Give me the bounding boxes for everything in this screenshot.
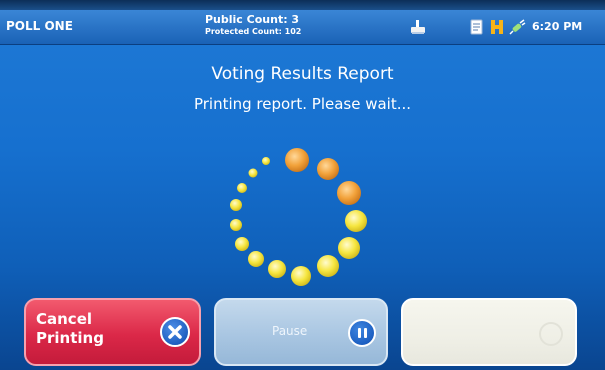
protected-count: Protected Count: 102 <box>205 27 302 36</box>
disabled-button[interactable] <box>401 298 577 366</box>
public-count: Public Count: 3 <box>205 13 300 26</box>
spinner-dot <box>345 210 367 232</box>
screen: POLL ONE Public Count: 3 Protected Count… <box>0 0 605 370</box>
pause-button[interactable]: Pause <box>214 298 388 366</box>
pause-icon <box>348 319 376 347</box>
report-status: Printing report. Please wait... <box>193 95 412 113</box>
spinner-dot <box>317 255 339 277</box>
spinner-dot <box>248 251 264 267</box>
pause-label: Pause <box>272 324 308 338</box>
cancel-printing-label: Cancel Printing <box>36 310 104 348</box>
spinner-dot <box>337 181 361 205</box>
printer-icon <box>411 20 425 34</box>
status-bar: POLL ONE Public Count: 3 Protected Count… <box>0 10 605 45</box>
disabled-button-icon <box>539 322 563 346</box>
cancel-label-line1: Cancel <box>36 310 93 328</box>
plug-icon <box>509 19 526 35</box>
spinner-dot <box>237 183 247 193</box>
spinner-dot <box>262 157 270 165</box>
cancel-label-line2: Printing <box>36 329 104 347</box>
spinner-dot <box>248 168 258 178</box>
close-icon <box>160 317 190 347</box>
spinner-dot <box>338 237 360 259</box>
clock: 6:20 PM <box>532 20 583 33</box>
spinner-dot <box>285 148 309 172</box>
spinner-dot <box>235 237 249 251</box>
spinner-dot <box>230 219 242 231</box>
spinner-dot <box>230 199 242 211</box>
bezel <box>0 0 605 10</box>
ballot-counts: Public Count: 3 Protected Count: 102 <box>205 13 301 37</box>
document-icon <box>470 19 483 35</box>
spinner-dot <box>291 266 311 286</box>
cancel-printing-button[interactable]: Cancel Printing <box>24 298 201 366</box>
spinner-dot <box>268 260 286 278</box>
poll-name: POLL ONE <box>6 19 73 33</box>
report-title: Voting Results Report <box>211 64 394 84</box>
h-icon <box>491 20 503 34</box>
spinner-dot <box>317 158 339 180</box>
